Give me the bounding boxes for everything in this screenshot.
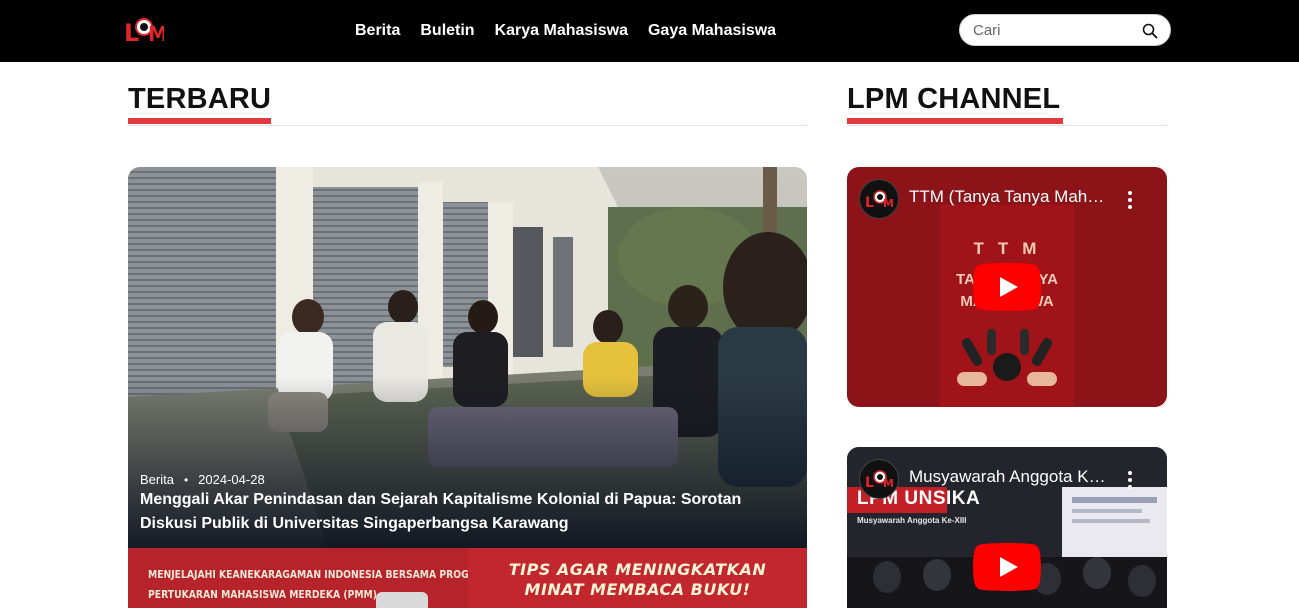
video-title[interactable]: TTM (Tanya Tanya Mahasiswa): [909, 187, 1109, 207]
microphones-illustration: [957, 329, 1057, 386]
more-options-icon[interactable]: [1121, 189, 1139, 211]
svg-text:M: M: [148, 22, 164, 46]
lpm-logo-icon: L M: [865, 470, 894, 491]
more-options-icon[interactable]: [1121, 469, 1139, 491]
nav-link-berita[interactable]: Berita: [355, 22, 400, 40]
article-date: 2024-04-28: [198, 472, 265, 487]
search-icon[interactable]: [1142, 23, 1158, 39]
youtube-video-embed[interactable]: TTM TANYA TANYA MAHASISWA L M TTM (Tanya…: [847, 167, 1167, 407]
top-navbar: L M Berita Buletin Karya Mahasiswa Gaya …: [0, 0, 1299, 62]
channel-avatar[interactable]: L M: [859, 179, 899, 219]
svg-text:L: L: [865, 475, 874, 491]
article-thumbnail-pmm[interactable]: MENJELAJAHI KEANEKARAGAMAN INDONESIA BER…: [128, 548, 468, 608]
thumbnail-text: TIPS AGAR MENINGKATKAN: [508, 560, 767, 579]
article-category[interactable]: Berita: [140, 472, 174, 487]
title-accent-bar: [128, 118, 271, 124]
nav-link-gaya-mahasiswa[interactable]: Gaya Mahasiswa: [648, 22, 776, 40]
main-nav: Berita Buletin Karya Mahasiswa Gaya Maha…: [355, 0, 776, 62]
section-divider: [128, 125, 807, 126]
thumbnail-text: MENJELAJAHI KEANEKARAGAMAN INDONESIA BER…: [148, 568, 468, 581]
poster-title: TTM: [973, 239, 1051, 258]
video-title[interactable]: Musyawarah Anggota Ke-XIII: [909, 467, 1109, 487]
featured-article-card[interactable]: Berita • 2024-04-28 Menggali Akar Penind…: [128, 167, 807, 548]
title-accent-bar: [847, 118, 1063, 124]
poster-subtitle: Musyawarah Anggota Ke-XIII: [857, 516, 967, 525]
article-thumbnail-reading-tips[interactable]: TIPS AGAR MENINGKATKAN MINAT MEMBACA BUK…: [468, 548, 807, 608]
section-divider: [847, 125, 1167, 126]
featured-article-meta: Berita • 2024-04-28: [140, 472, 265, 487]
search-box: [959, 14, 1171, 46]
svg-text:M: M: [883, 197, 894, 210]
channel-section-header: LPM CHANNEL: [847, 80, 1167, 126]
nav-link-karya-mahasiswa[interactable]: Karya Mahasiswa: [495, 22, 628, 40]
thumbnail-text: MINAT MEMBACA BUKU!: [524, 580, 751, 599]
lpm-logo[interactable]: L M: [124, 14, 164, 46]
play-button-icon[interactable]: [973, 263, 1041, 311]
featured-article-title[interactable]: Menggali Akar Penindasan dan Sejarah Kap…: [140, 488, 800, 536]
channel-section-title: LPM CHANNEL: [847, 83, 1061, 115]
svg-text:L: L: [865, 195, 874, 211]
youtube-video-embed[interactable]: LPM UNSIKA Musyawarah Anggota Ke-XIII L …: [847, 447, 1167, 608]
latest-section-title: TERBARU: [128, 83, 272, 115]
phone-graphic: [376, 592, 428, 608]
meta-separator: •: [183, 472, 189, 487]
latest-section-header: TERBARU: [128, 80, 807, 126]
lpm-logo-icon: L M: [865, 190, 894, 211]
svg-text:M: M: [883, 477, 894, 490]
channel-avatar[interactable]: L M: [859, 459, 899, 499]
play-button-icon[interactable]: [973, 543, 1041, 591]
thumbnail-text: PERTUKARAN MAHASISWA MERDEKA (PMM): [148, 588, 377, 601]
search-input[interactable]: [960, 16, 1130, 44]
nav-link-buletin[interactable]: Buletin: [420, 22, 474, 40]
